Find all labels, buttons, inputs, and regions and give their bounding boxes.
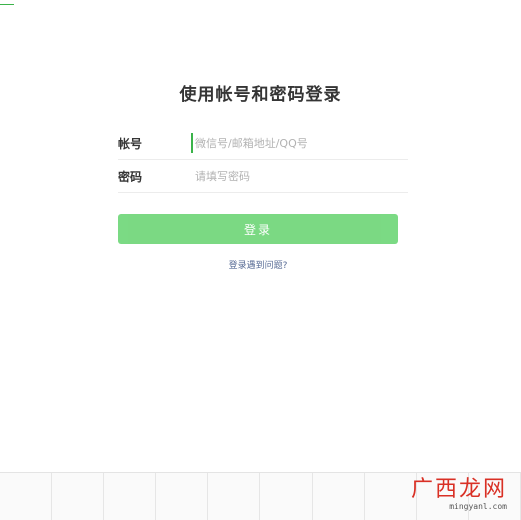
password-label: 密码 [118, 169, 143, 184]
strip-cell [313, 473, 365, 520]
site-watermark: 广西龙网 mingyanl.com [411, 478, 507, 512]
account-row: 帐号 [118, 127, 408, 160]
strip-cell [52, 473, 105, 520]
strip-cell [104, 473, 157, 520]
corner-mark [0, 0, 14, 5]
login-page: 使用帐号和密码登录 帐号 密码 登录 登录遇到问题? 广西龙网 mingyanl… [0, 0, 521, 520]
watermark-brand: 广西龙网 [410, 477, 507, 502]
page-title: 使用帐号和密码登录 [179, 85, 342, 105]
strip-cell [365, 473, 417, 520]
login-button[interactable]: 登录 [118, 214, 398, 244]
account-input[interactable] [191, 133, 408, 153]
strip-cell [208, 473, 261, 520]
login-form: 帐号 密码 [118, 127, 408, 193]
strip-cell [0, 473, 53, 520]
watermark-domain: mingyanl.com [449, 502, 507, 511]
strip-cell [156, 473, 209, 520]
account-label: 帐号 [118, 136, 143, 151]
password-row: 密码 [118, 160, 408, 193]
login-help-link[interactable]: 登录遇到问题? [0, 258, 516, 271]
password-input[interactable] [191, 166, 408, 186]
strip-cell [260, 473, 313, 520]
